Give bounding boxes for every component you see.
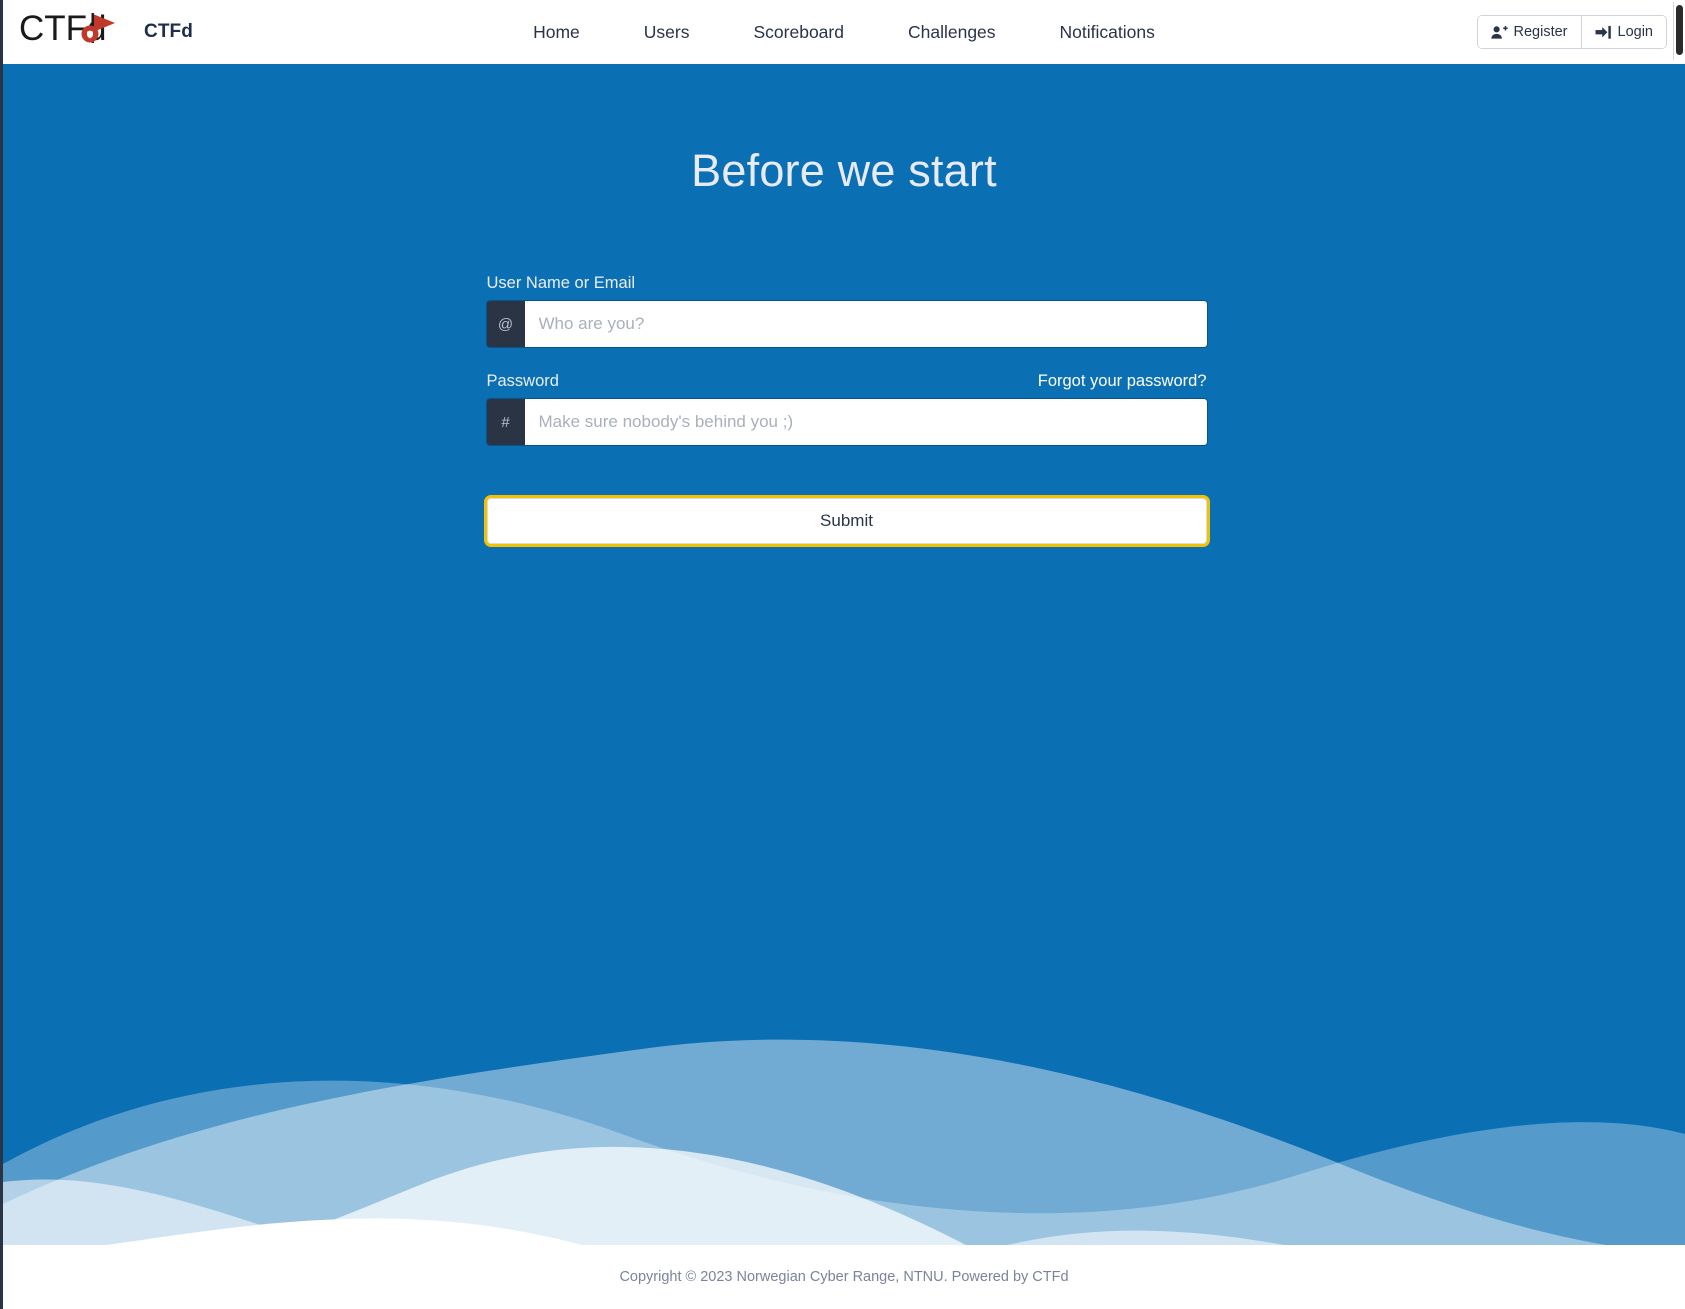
footer-copyright: Copyright © 2023 Norwegian Cyber Range, … bbox=[619, 1269, 1069, 1285]
nav-links: Home Users Scoreboard Challenges Notific… bbox=[3, 16, 1685, 49]
submit-button[interactable]: Submit bbox=[486, 498, 1207, 544]
password-field-header: Password Forgot your password? bbox=[487, 372, 1207, 391]
top-navbar: CTFd CTFd Home Users Scoreboard Challeng… bbox=[3, 0, 1685, 64]
ctfd-flag-logo-icon: CTFd bbox=[19, 9, 135, 55]
vertical-scrollbar[interactable] bbox=[1673, 2, 1684, 60]
nav-item-challenges[interactable]: Challenges bbox=[876, 16, 1028, 49]
username-input[interactable] bbox=[524, 301, 1207, 347]
nav-item-notifications[interactable]: Notifications bbox=[1028, 16, 1187, 49]
sign-in-icon bbox=[1595, 25, 1612, 40]
nav-item-home[interactable]: Home bbox=[501, 16, 612, 49]
auth-button-group: Register Login bbox=[1476, 15, 1667, 49]
brand-text: CTFd bbox=[144, 21, 193, 42]
at-sign-icon: @ bbox=[486, 301, 525, 347]
nav-item-users[interactable]: Users bbox=[612, 16, 722, 49]
hero-content: Before we start User Name or Email @ Pas… bbox=[3, 64, 1685, 544]
page-title: Before we start bbox=[691, 145, 997, 196]
page-footer: Copyright © 2023 Norwegian Cyber Range, … bbox=[3, 1245, 1685, 1309]
brand-logo-link[interactable]: CTFd CTFd bbox=[19, 9, 193, 55]
nav-item-scoreboard[interactable]: Scoreboard bbox=[722, 16, 876, 49]
username-field-header: User Name or Email bbox=[487, 274, 1207, 293]
login-button-label: Login bbox=[1617, 24, 1653, 40]
user-plus-icon bbox=[1490, 25, 1508, 40]
password-label: Password bbox=[486, 372, 559, 390]
hash-sign-icon: # bbox=[486, 399, 525, 445]
username-label: User Name or Email bbox=[486, 274, 636, 292]
page-root: CTFd CTFd Home Users Scoreboard Challeng… bbox=[0, 0, 1685, 1309]
hero-section: Before we start User Name or Email @ Pas… bbox=[3, 64, 1685, 1309]
login-button[interactable]: Login bbox=[1580, 16, 1666, 48]
submit-row: Submit bbox=[486, 470, 1207, 544]
password-input-group: # bbox=[486, 399, 1207, 445]
register-button[interactable]: Register bbox=[1477, 16, 1581, 48]
username-input-group: @ bbox=[486, 301, 1207, 347]
register-button-label: Register bbox=[1513, 24, 1568, 40]
forgot-password-link[interactable]: Forgot your password? bbox=[1038, 372, 1207, 391]
login-form: User Name or Email @ Password Forgot you… bbox=[482, 198, 1207, 544]
password-input[interactable] bbox=[524, 399, 1207, 445]
